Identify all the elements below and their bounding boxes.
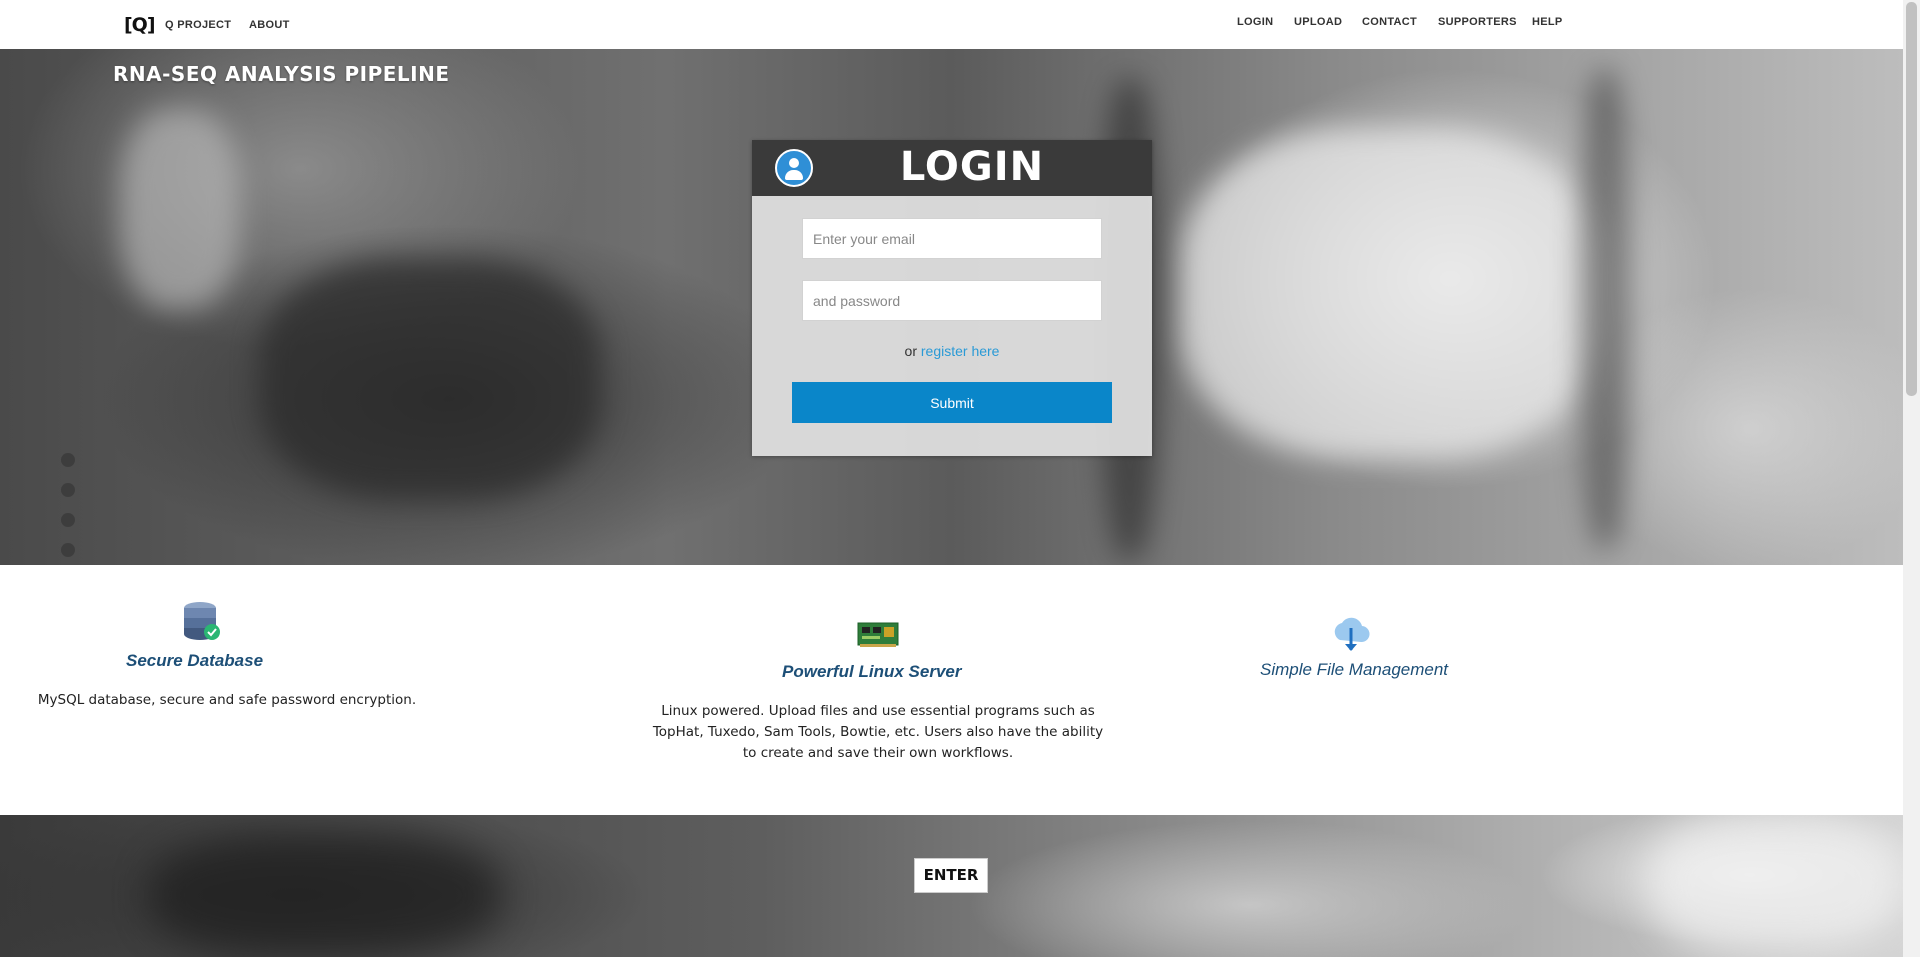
login-title: LOGIN	[899, 144, 1045, 190]
carousel-dots	[61, 453, 75, 565]
password-field[interactable]	[802, 280, 1102, 321]
feature-title-linux-server: Powerful Linux Server	[782, 662, 962, 681]
hero-window-light	[1180, 129, 1600, 459]
register-link[interactable]: register here	[921, 343, 1000, 359]
login-panel: LOGIN or register here Submit	[752, 140, 1152, 456]
nav-link-supporters[interactable]: SUPPORTERS	[1438, 16, 1517, 28]
nav-link-q-project[interactable]: Q PROJECT	[165, 19, 231, 31]
carousel-dot-3[interactable]	[61, 513, 75, 527]
carousel-dot-4[interactable]	[61, 543, 75, 557]
nav-link-upload[interactable]: UPLOAD	[1294, 16, 1342, 28]
register-prefix: or	[904, 343, 917, 359]
hero-bottle-shape	[120, 109, 240, 309]
page-title: RNA-SEQ ANALYSIS PIPELINE	[113, 62, 450, 86]
scrollbar[interactable]	[1903, 0, 1920, 957]
login-header: LOGIN	[752, 140, 1152, 196]
email-field[interactable]	[802, 218, 1102, 259]
top-navbar: [Q] Q PROJECT ABOUT LOGIN UPLOAD CONTACT…	[0, 0, 1903, 50]
feature-desc-linux-server: Linux powered. Upload files and use esse…	[652, 703, 1104, 761]
hero-desk-shadow	[260, 259, 600, 499]
feature-desc-secure-database: MySQL database, secure and safe password…	[37, 692, 417, 708]
server-board-icon	[857, 620, 899, 653]
banner-dark-shape	[150, 835, 500, 955]
carousel-dot-1[interactable]	[61, 453, 75, 467]
nav-link-help[interactable]: HELP	[1532, 16, 1563, 28]
nav-link-contact[interactable]: CONTACT	[1362, 16, 1417, 28]
banner-light-shape	[1650, 815, 1900, 955]
enter-button[interactable]: ENTER	[914, 858, 988, 893]
cloud-download-icon	[1330, 612, 1372, 659]
nav-link-login[interactable]: LOGIN	[1237, 16, 1273, 28]
scrollbar-thumb[interactable]	[1906, 2, 1917, 396]
site-logo[interactable]: [Q]	[124, 14, 156, 36]
register-line: or register here	[752, 343, 1152, 359]
feature-title-secure-database: Secure Database	[126, 651, 264, 670]
feature-title-file-management: Simple File Management	[1260, 660, 1449, 679]
hero-window-frame-right	[1580, 69, 1630, 549]
submit-button[interactable]: Submit	[792, 382, 1112, 423]
carousel-dot-2[interactable]	[61, 483, 75, 497]
nav-link-about[interactable]: ABOUT	[249, 19, 290, 31]
database-check-icon	[182, 600, 222, 647]
